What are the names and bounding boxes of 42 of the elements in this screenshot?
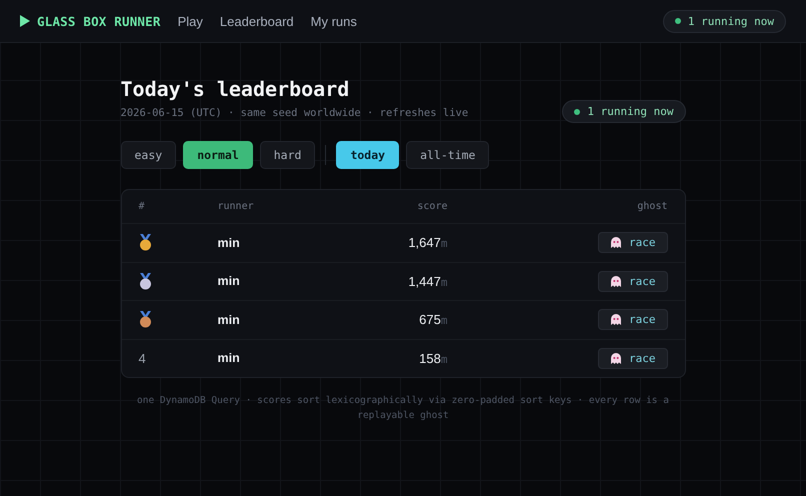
race-button[interactable]: race bbox=[598, 270, 668, 292]
ghost-icon bbox=[610, 313, 622, 326]
difficulty-tab[interactable]: easy bbox=[120, 141, 176, 169]
runner-name: min bbox=[218, 312, 241, 327]
footnote: one DynamoDB Query · scores sort lexicographically via zero-padded sort keys · every row is a replayable ghost bbox=[136, 394, 670, 423]
page-title: Today's leaderboard bbox=[120, 77, 350, 101]
score-unit: m bbox=[440, 314, 448, 328]
column-header: score bbox=[416, 201, 448, 212]
column-header: # bbox=[138, 201, 146, 212]
race-button[interactable]: race bbox=[598, 232, 668, 254]
score-unit: m bbox=[440, 237, 448, 250]
running-status: 1 running now bbox=[587, 105, 674, 118]
running-status: 1 running now bbox=[688, 14, 774, 28]
column-header: ghost bbox=[636, 201, 668, 212]
nav-link[interactable]: Leaderboard bbox=[220, 14, 294, 28]
runner-name: min bbox=[218, 351, 241, 366]
status-dot bbox=[674, 18, 681, 24]
nav-link[interactable]: My runs bbox=[310, 14, 357, 28]
period-tab[interactable]: all-time bbox=[406, 141, 490, 169]
race-button[interactable]: race bbox=[598, 309, 668, 330]
play-icon bbox=[20, 15, 30, 27]
score-unit: m bbox=[440, 352, 448, 366]
score-value: 1,647 bbox=[408, 235, 441, 250]
ghost-icon bbox=[610, 274, 622, 288]
page-subtitle: 2026-06-15 (UTC) · same seed worldwide · refreshes live bbox=[120, 107, 468, 119]
runner-name: min bbox=[218, 236, 241, 250]
column-header: runner bbox=[218, 201, 255, 212]
nav-link[interactable]: Play bbox=[178, 14, 203, 28]
race-button[interactable]: race bbox=[598, 348, 668, 369]
period-tab[interactable]: today bbox=[336, 141, 400, 169]
app-logo[interactable]: GLASS BOX RUNNER bbox=[37, 14, 161, 28]
rank-number: 4 bbox=[138, 350, 146, 366]
ghost-icon bbox=[610, 352, 622, 365]
status-dot bbox=[574, 108, 580, 114]
difficulty-tab[interactable]: normal bbox=[183, 141, 253, 169]
score-value: 675 bbox=[419, 312, 441, 328]
score-value: 158 bbox=[419, 350, 441, 366]
score-value: 1,447 bbox=[408, 274, 441, 289]
difficulty-tab[interactable]: hard bbox=[260, 141, 316, 169]
runner-name: min bbox=[218, 274, 241, 288]
score-unit: m bbox=[440, 276, 448, 289]
ghost-icon bbox=[610, 236, 622, 250]
